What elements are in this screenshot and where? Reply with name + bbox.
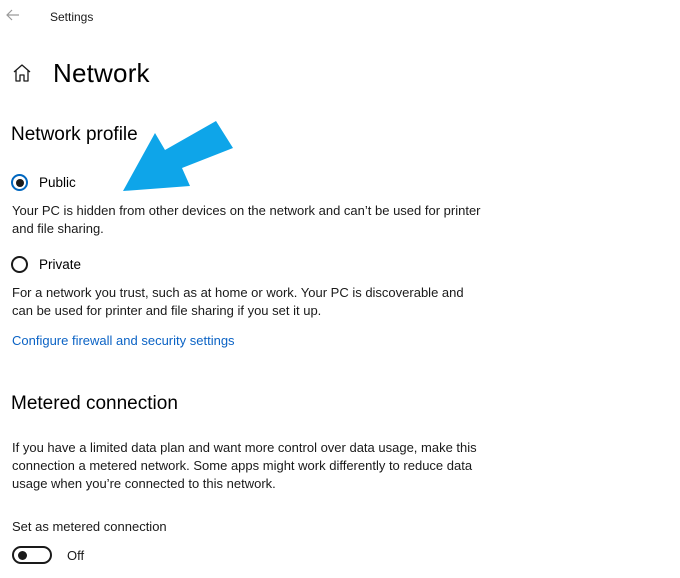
back-button[interactable] [2, 4, 24, 26]
public-radio-button[interactable] [11, 174, 28, 191]
toggle-knob [18, 551, 27, 560]
private-radio-button[interactable] [11, 256, 28, 273]
private-description: For a network you trust, such as at home… [12, 285, 464, 318]
metered-toggle-state: Off [67, 547, 85, 563]
radio-selected-dot [15, 178, 24, 187]
annotation-arrow-icon [123, 121, 233, 191]
home-icon [13, 64, 31, 82]
home-button[interactable] [10, 61, 34, 85]
title-bar: Settings [0, 0, 680, 34]
private-radio-label: Private [39, 257, 82, 272]
private-radio-option[interactable]: Private [11, 256, 81, 273]
public-radio-option[interactable]: Public [11, 174, 76, 191]
app-title: Settings [50, 10, 94, 24]
configure-firewall-link[interactable]: Configure firewall and security settings [12, 333, 235, 348]
metered-setting-label: Set as metered connection [12, 519, 167, 534]
metered-connection-heading: Metered connection [11, 393, 178, 414]
metered-toggle-row: Off [12, 546, 84, 564]
back-arrow-icon [6, 9, 19, 21]
metered-description: If you have a limited data plan and want… [12, 440, 477, 491]
public-radio-label: Public [39, 175, 76, 190]
page-title: Network [53, 57, 150, 88]
page-header: Network [10, 56, 150, 90]
public-description: Your PC is hidden from other devices on … [12, 203, 481, 236]
metered-toggle-switch[interactable] [12, 546, 52, 564]
